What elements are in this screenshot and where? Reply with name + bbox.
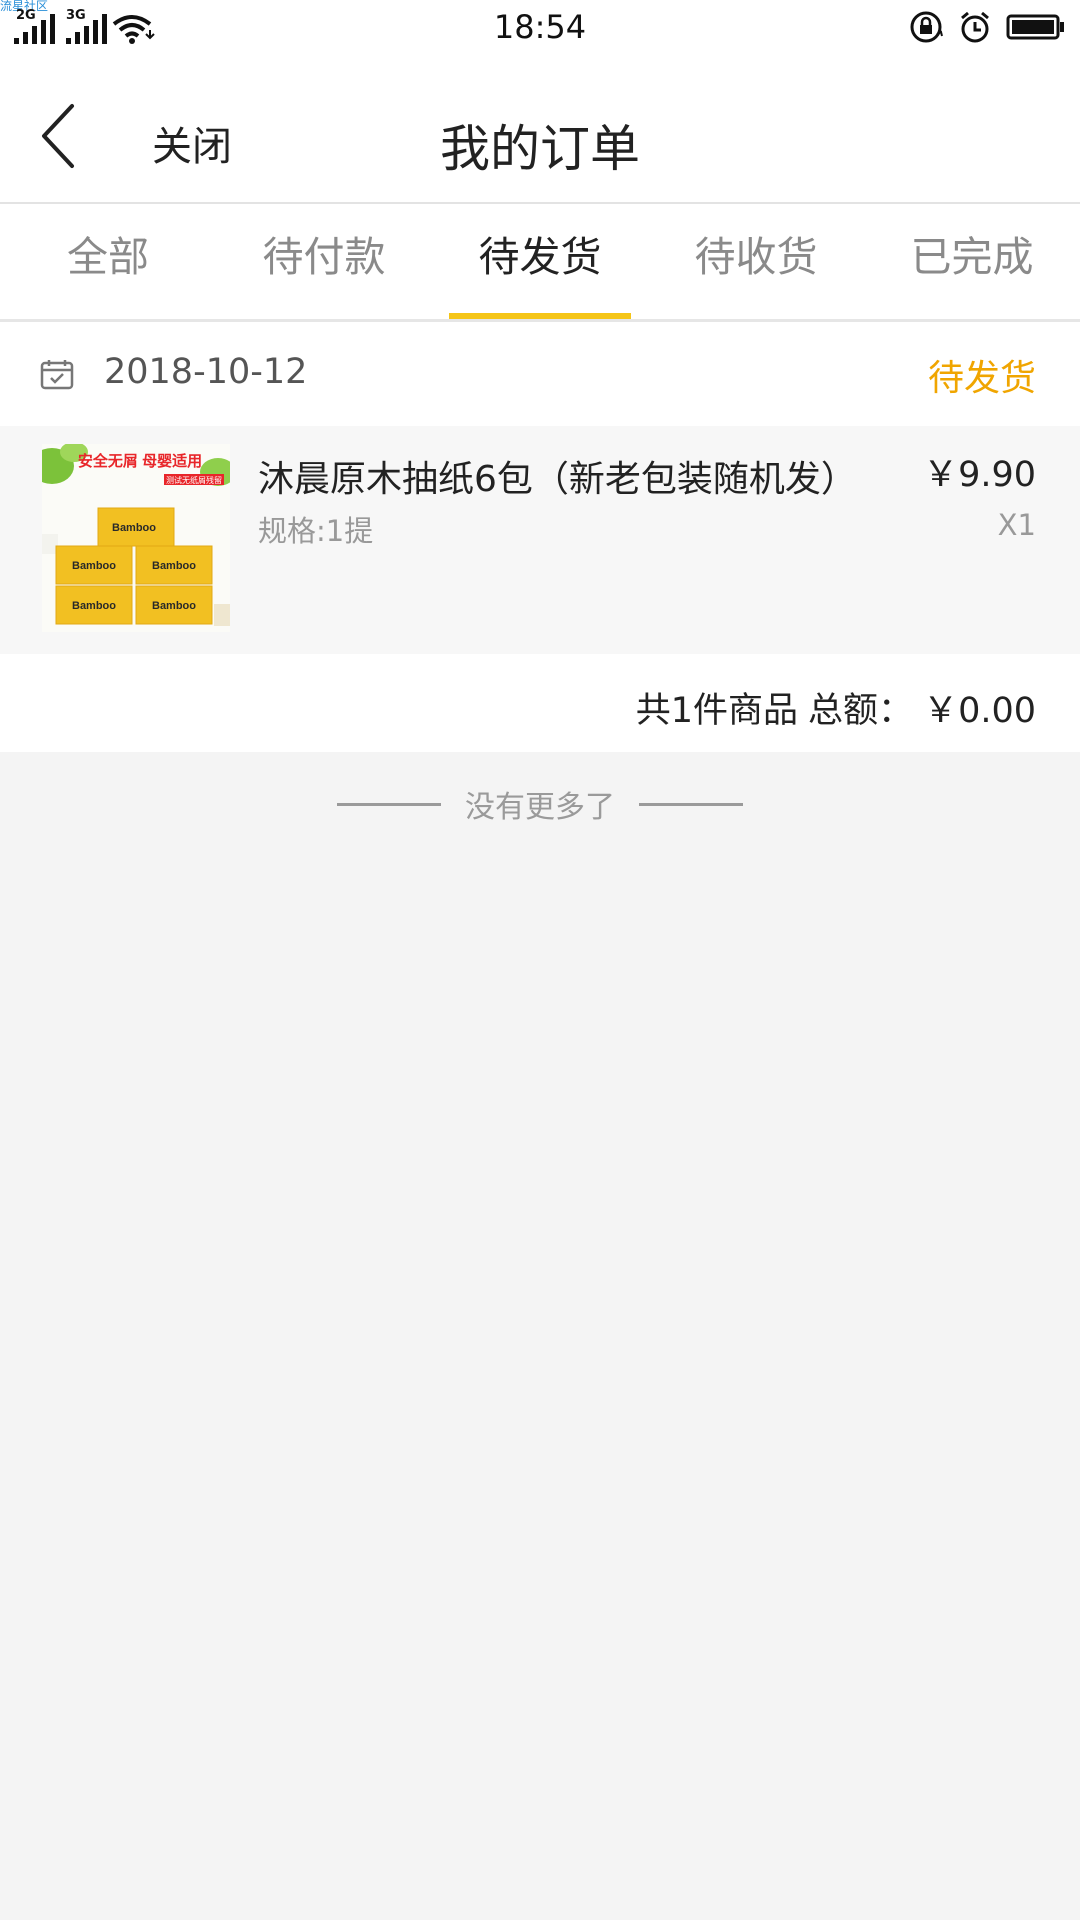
close-button[interactable]: 关闭 bbox=[152, 114, 232, 172]
svg-text:Bamboo: Bamboo bbox=[112, 522, 156, 534]
tab-pending-receipt[interactable]: 待收货 bbox=[648, 204, 864, 319]
divider-line bbox=[639, 802, 743, 806]
app-header: 关闭 我的订单 bbox=[0, 56, 1080, 204]
tab-completed[interactable]: 已完成 bbox=[864, 204, 1080, 319]
product-quantity: X1 bbox=[997, 508, 1036, 542]
order-status-label: 待发货 bbox=[927, 358, 1036, 399]
calendar-icon bbox=[40, 360, 74, 390]
product-image[interactable]: 安全无屑 母婴适用 测试无纸屑残留 Bamboo Bamboo Bamboo B… bbox=[42, 444, 230, 632]
total-value: ￥0.00 bbox=[923, 691, 1036, 731]
total-label: 总额： bbox=[808, 691, 914, 731]
battery-icon bbox=[1006, 14, 1064, 40]
order-tabs: 全部 待付款 待发货 待收货 已完成 bbox=[0, 204, 1080, 322]
order-date: 2018-10-12 bbox=[104, 352, 308, 392]
status-bar: 流星社区 2G 3G 18:54 bbox=[0, 0, 1080, 56]
no-more-text: 没有更多了 bbox=[465, 790, 615, 825]
svg-text:Bamboo: Bamboo bbox=[72, 600, 116, 612]
product-name: 沐晨原木抽纸6包（新老包装随机发） bbox=[258, 459, 857, 500]
order-summary: 共1件商品 总额： ￥0.00 bbox=[0, 654, 1080, 752]
tab-pending-shipment[interactable]: 待发货 bbox=[432, 204, 648, 319]
svg-text:Bamboo: Bamboo bbox=[72, 560, 116, 572]
tissue-box-illustration: 安全无屑 母婴适用 测试无纸屑残留 Bamboo Bamboo Bamboo B… bbox=[42, 444, 230, 632]
order-item-row[interactable]: 安全无屑 母婴适用 测试无纸屑残留 Bamboo Bamboo Bamboo B… bbox=[0, 426, 1080, 654]
status-right-icons bbox=[910, 10, 1066, 44]
no-more-footer: 没有更多了 bbox=[0, 776, 1080, 832]
product-spec: 规格:1提 bbox=[258, 514, 374, 548]
svg-text:Bamboo: Bamboo bbox=[152, 560, 196, 572]
alarm-icon bbox=[961, 11, 989, 43]
svg-text:Bamboo: Bamboo bbox=[152, 600, 196, 612]
rotation-lock-icon bbox=[910, 11, 943, 43]
divider-line bbox=[337, 802, 441, 806]
product-price: ￥9.90 bbox=[923, 455, 1036, 495]
order-header[interactable]: 2018-10-12 待发货 bbox=[0, 322, 1080, 426]
back-arrow-icon[interactable] bbox=[30, 96, 90, 176]
tab-all[interactable]: 全部 bbox=[0, 204, 216, 319]
banner-text: 安全无屑 母婴适用 bbox=[78, 452, 202, 470]
tab-pending-payment[interactable]: 待付款 bbox=[216, 204, 432, 319]
item-count: 共1件商品 bbox=[635, 691, 799, 731]
svg-text:测试无纸屑残留: 测试无纸屑残留 bbox=[166, 475, 222, 485]
